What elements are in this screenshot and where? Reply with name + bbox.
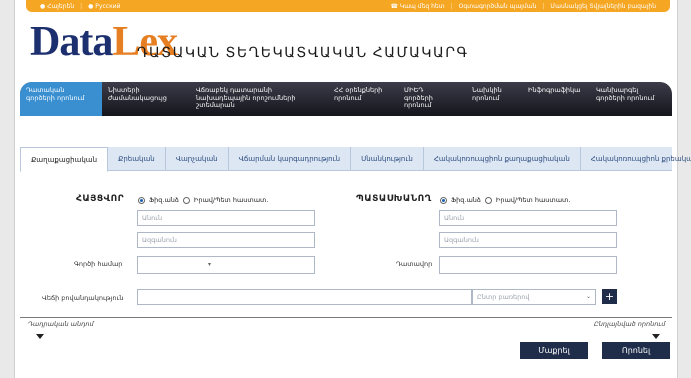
tab-anticorruption-criminal[interactable]: Հակակոռուպցիոն քրեական: [581, 147, 691, 170]
site-subtitle: ԴԱՏԱԿԱՆ ՏԵՂԵԿԱՏՎԱԿԱՆ ՀԱՄԱԿԱՐԳ: [137, 46, 469, 61]
plaintiff-legal-label: Իրավ/Պետ հաստատ.: [193, 196, 269, 204]
judge-input[interactable]: [439, 256, 617, 274]
case-number-label: Գործի համար: [74, 260, 123, 268]
tab-payment-order[interactable]: Վճարման կարգադրություն: [229, 147, 352, 170]
defendant-type-radios: Ֆիզ.անձ Իրավ/Պետ հաստատ.: [440, 196, 570, 204]
logo-data-text: Data: [30, 19, 113, 65]
lang-armenian[interactable]: ● Հայերեն: [40, 3, 74, 10]
tab-criminal[interactable]: Քրեական: [108, 147, 166, 170]
defendant-surname-input[interactable]: Ազգանուն: [439, 232, 617, 248]
extra-fields-link[interactable]: Դադրական անդոմ: [28, 320, 94, 328]
plaintiff-title: ՀԱՅՑՎՈՐ: [76, 194, 125, 204]
topbar-separator: |: [542, 2, 545, 10]
defendant-legal-label: Իրավ/Պետ հաստատ.: [495, 196, 571, 204]
nav-previous[interactable]: Նախկին որոնում: [466, 82, 522, 116]
nav-schedule[interactable]: Նիստերի ժամանակացույց: [102, 82, 190, 116]
tab-anticorruption-civil[interactable]: Հակակոռուպցիոն քաղաքացիական: [424, 147, 581, 170]
case-number-input[interactable]: [137, 256, 315, 274]
expand-right-icon[interactable]: [652, 334, 660, 339]
add-claim-button[interactable]: +: [602, 289, 617, 304]
plaintiff-legal-radio[interactable]: [182, 196, 190, 204]
nav-infographics[interactable]: Ինֆոգրաֆիկա: [522, 82, 590, 116]
plaintiff-physical-radio[interactable]: [138, 196, 145, 204]
advanced-search-link[interactable]: Ընդլայնված որոնում: [594, 320, 665, 328]
judge-label: Դատավոր: [396, 260, 433, 268]
claim-content-input[interactable]: [137, 289, 472, 305]
topbar-separator: |: [450, 2, 453, 10]
defendant-title: ՊԱՏԱՍԽԱՆՈՂ: [356, 194, 432, 204]
claim-keyword-select-value: Ընտր բառերով: [477, 293, 530, 301]
top-bar: ● Հայերեն | ● Русский ☎ Կապ մեզ հետ | Օգ…: [26, 0, 670, 12]
expand-left-icon[interactable]: [36, 334, 44, 339]
search-form: ՀԱՅՑՎՈՐ Ֆիզ.անձ Իրավ/Պետ հաստատ. Անուն Ա…: [20, 172, 672, 378]
plaintiff-physical-label: Ֆիզ.անձ: [149, 196, 179, 204]
search-button[interactable]: Որոնել: [602, 342, 670, 359]
topbar-separator: |: [80, 2, 83, 10]
tab-civil[interactable]: Քաղաքացիական: [20, 147, 109, 172]
form-divider: [20, 317, 672, 318]
claim-keyword-select[interactable]: Ընտր բառերով: [472, 289, 596, 305]
contact-link[interactable]: ☎ Կապ մեզ հետ: [390, 3, 444, 10]
clear-button[interactable]: Մաքրել: [520, 342, 588, 359]
claim-content-label: Վեճի բովանդակություն: [42, 294, 124, 302]
nav-prevention[interactable]: Կանխարգել գործերի որոնում: [590, 82, 672, 116]
plaintiff-type-radios: Ֆիզ.անձ Իրավ/Պետ հաստատ.: [138, 196, 268, 204]
defendant-name-input[interactable]: Անուն: [439, 210, 617, 226]
plaintiff-name-input[interactable]: Անուն: [137, 210, 315, 226]
tab-administrative[interactable]: Վարչական: [166, 147, 229, 170]
lang-russian[interactable]: ● Русский: [88, 3, 120, 10]
defendant-physical-radio[interactable]: [440, 196, 447, 204]
chevron-down-icon: ⌄: [586, 293, 592, 300]
participate-link[interactable]: Մասնակցել Տվյալներին բազային: [550, 3, 656, 10]
plaintiff-surname-input[interactable]: Ազգանուն: [137, 232, 315, 248]
caret-down-icon: ▾: [208, 261, 212, 268]
language-switcher: ● Հայերեն | ● Русский: [40, 3, 121, 10]
nav-laws[interactable]: ՀՀ օրենքների որոնում: [328, 82, 398, 116]
top-links: ☎ Կապ մեզ հետ | Օգտագործման պայման | Մաս…: [390, 3, 656, 10]
defendant-legal-radio[interactable]: [484, 196, 492, 204]
main-nav: Դատական գործերի որոնում Նիստերի ժամանակա…: [20, 82, 672, 116]
case-type-tabs: Քաղաքացիական Քրեական Վարչական Վճարման կա…: [20, 147, 691, 172]
tab-bankruptcy[interactable]: Սնանկություն: [351, 147, 424, 170]
terms-link[interactable]: Օգտագործման պայման: [459, 3, 537, 10]
nav-court-cases[interactable]: Դատական գործերի որոնում: [20, 82, 102, 116]
defendant-physical-label: Ֆիզ.անձ: [451, 196, 481, 204]
nav-echr[interactable]: ՄԻԵԴ գործերի որոնում: [398, 82, 466, 116]
nav-precedents[interactable]: Վճռաբեկ դատարանի նախադեպային որոշումների…: [190, 82, 328, 116]
